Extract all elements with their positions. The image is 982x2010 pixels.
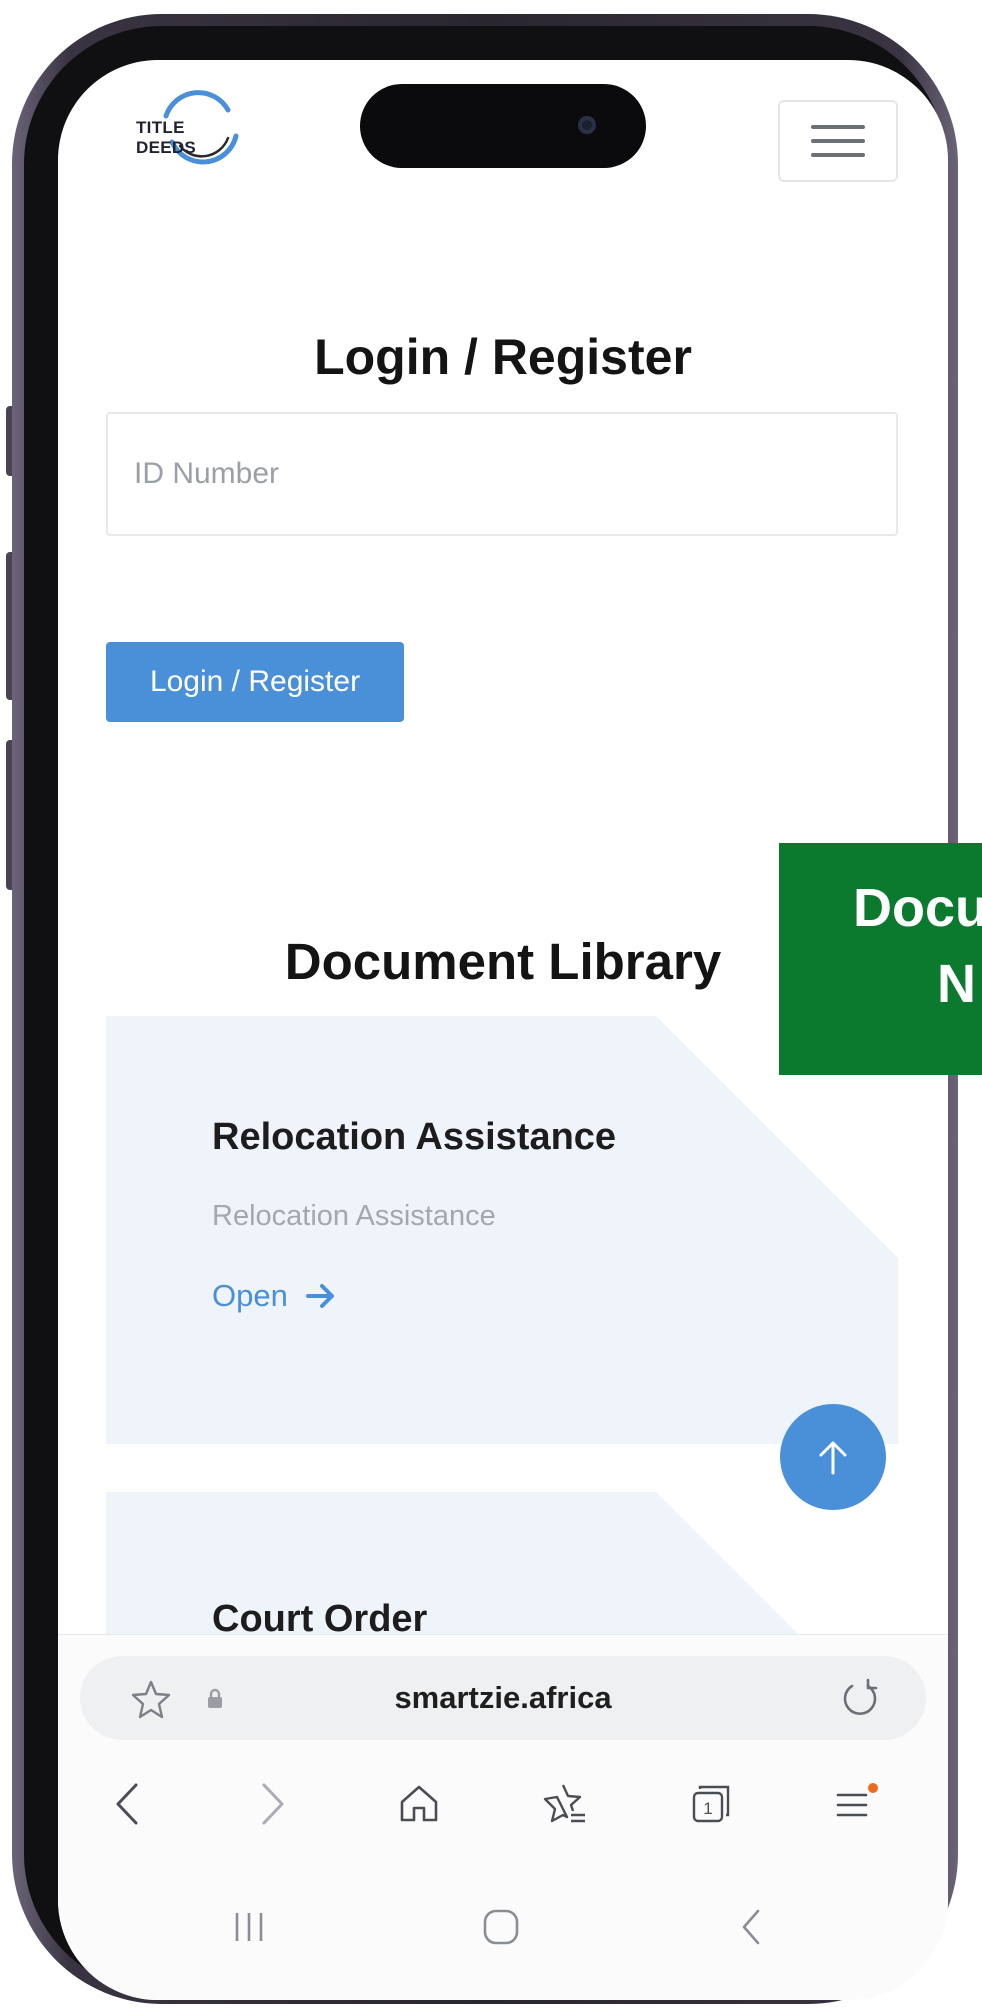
menu-icon[interactable] xyxy=(822,1764,892,1844)
home-button-icon[interactable] xyxy=(456,1892,546,1962)
url-text: smartzie.africa xyxy=(394,1680,612,1715)
title-deeds-logo[interactable]: TITLE DEEDS xyxy=(136,90,246,170)
tabs-icon[interactable]: 1 xyxy=(676,1764,746,1844)
card-subtitle: Relocation Assistance xyxy=(212,1200,496,1232)
hamburger-menu-icon xyxy=(811,125,865,129)
logo-text: TITLE DEEDS xyxy=(136,118,197,157)
document-card-court-order: Court Order xyxy=(106,1492,898,1652)
system-back-icon[interactable] xyxy=(706,1892,796,1962)
home-icon[interactable] xyxy=(384,1764,454,1844)
login-title: Login / Register xyxy=(314,329,692,385)
banner-line-2: N xyxy=(937,954,976,1014)
arrow-right-icon xyxy=(305,1284,334,1308)
document-banner: Docu N xyxy=(779,843,982,1075)
front-camera xyxy=(578,116,596,134)
document-card-relocation: Relocation Assistance Relocation Assista… xyxy=(106,1016,898,1444)
open-link[interactable]: Open xyxy=(212,1278,336,1314)
open-link-label: Open xyxy=(212,1278,288,1313)
reload-icon[interactable] xyxy=(838,1676,882,1720)
banner-line-1: Docu xyxy=(853,878,982,938)
forward-icon[interactable] xyxy=(238,1764,308,1844)
hamburger-menu-button[interactable] xyxy=(778,100,898,182)
arrow-up-icon xyxy=(819,1441,847,1475)
bookmarks-icon[interactable] xyxy=(530,1764,600,1844)
address-bar[interactable]: smartzie.africa xyxy=(80,1656,926,1740)
card-title: Relocation Assistance xyxy=(212,1116,617,1158)
login-register-button[interactable]: Login / Register xyxy=(106,642,404,722)
dynamic-island xyxy=(360,84,646,168)
recent-apps-icon[interactable] xyxy=(204,1892,294,1962)
id-number-input[interactable] xyxy=(106,412,898,536)
scroll-to-top-button[interactable] xyxy=(780,1404,886,1510)
back-icon[interactable] xyxy=(92,1764,162,1844)
tab-count: 1 xyxy=(703,1799,712,1818)
